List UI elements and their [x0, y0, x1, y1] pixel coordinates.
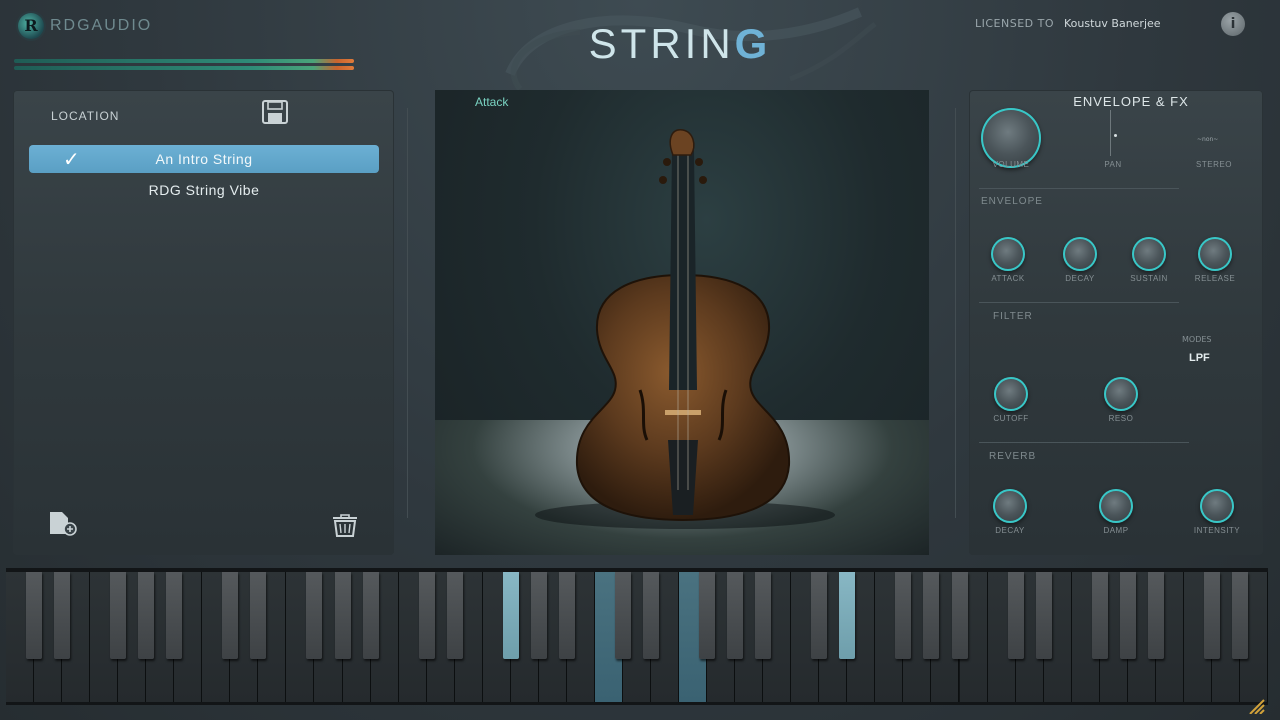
volume-label: VOLUME [992, 160, 1030, 169]
piano-black-key[interactable] [951, 572, 968, 659]
piano-black-key[interactable] [614, 572, 631, 659]
piano-black-key[interactable] [1035, 572, 1052, 659]
checkmark-icon: ✓ [63, 147, 80, 171]
reso-knob[interactable] [1104, 377, 1138, 411]
preset-item[interactable]: RDG String Vibe [29, 176, 379, 204]
piano-black-key[interactable] [334, 572, 351, 659]
reverb-decay-knob[interactable] [993, 489, 1027, 523]
preset-item-selected[interactable]: An Intro String [29, 145, 379, 173]
reverb-section-title: REVERB [989, 451, 1037, 462]
piano-black-key[interactable] [895, 572, 912, 659]
filter-section-title: FILTER [993, 311, 1033, 322]
piano-black-key[interactable] [727, 572, 744, 659]
reverb-decay-label: DECAY [995, 526, 1025, 535]
license-label: LICENSED TO [975, 17, 1055, 30]
envelope-section-title: ENVELOPE [981, 196, 1043, 207]
violin-image [535, 129, 835, 529]
decay-knob[interactable] [1063, 237, 1097, 271]
piano-black-key[interactable] [1119, 572, 1136, 659]
location-label: LOCATION [51, 109, 120, 123]
divider [979, 442, 1189, 443]
release-label: RELEASE [1194, 274, 1236, 283]
piano-black-key[interactable] [1007, 572, 1024, 659]
piano-black-key[interactable] [166, 572, 183, 659]
piano-black-key[interactable] [502, 572, 519, 659]
logo: R RDGAUDIO [18, 13, 152, 39]
envelope-fx-title: ENVELOPE & FX [1073, 94, 1189, 109]
piano-keyboard [6, 568, 1268, 705]
pan-indicator [1114, 134, 1117, 137]
instrument-display: Attack [435, 90, 929, 555]
release-knob[interactable] [1198, 237, 1232, 271]
divider [979, 302, 1179, 303]
piano-black-key[interactable] [839, 572, 856, 659]
piano-black-key[interactable] [250, 572, 267, 659]
info-icon[interactable]: i [1221, 12, 1245, 36]
piano-black-key[interactable] [446, 572, 463, 659]
damp-knob[interactable] [1099, 489, 1133, 523]
sustain-label: SUSTAIN [1130, 274, 1168, 283]
decay-label: DECAY [1065, 274, 1095, 283]
rdgaudio-logo-icon: R [18, 13, 44, 39]
intensity-label: INTENSITY [1193, 526, 1241, 535]
filter-mode-selector[interactable]: LPF [1189, 352, 1210, 364]
stereo-label: STEREO [1196, 160, 1232, 169]
license-name: Koustuv Banerjee [1064, 17, 1161, 30]
piano-black-key[interactable] [222, 572, 239, 659]
attack-label-text: ATTACK [991, 274, 1025, 283]
piano-black-key[interactable] [418, 572, 435, 659]
piano-black-key[interactable] [558, 572, 575, 659]
trash-icon[interactable] [329, 510, 361, 538]
license-info: LICENSED TO Koustuv Banerjee [975, 17, 1161, 30]
piano-black-key[interactable] [1203, 572, 1220, 659]
attack-knob[interactable] [991, 237, 1025, 271]
output-level-meter [14, 57, 354, 72]
reso-label: RESO [1108, 414, 1134, 423]
new-document-icon[interactable] [47, 510, 79, 538]
pan-label: PAN [1104, 160, 1122, 169]
piano-black-key[interactable] [530, 572, 547, 659]
divider-left [407, 108, 408, 518]
piano-black-key[interactable] [923, 572, 940, 659]
piano-black-key[interactable] [699, 572, 716, 659]
divider-right [955, 108, 956, 518]
volume-knob[interactable] [981, 108, 1041, 168]
stereo-value[interactable]: ~non~ [1197, 136, 1218, 143]
piano-black-key[interactable] [755, 572, 772, 659]
modes-label: MODES [1182, 335, 1212, 344]
piano-black-key[interactable] [54, 572, 71, 659]
piano-black-key[interactable] [1147, 572, 1164, 659]
damp-label: DAMP [1103, 526, 1129, 535]
piano-black-key[interactable] [110, 572, 127, 659]
piano-black-key[interactable] [306, 572, 323, 659]
piano-black-key[interactable] [362, 572, 379, 659]
attack-label: Attack [475, 95, 509, 109]
floppy-save-icon[interactable] [260, 99, 290, 125]
preset-browser-panel: LOCATION An Intro String ✓ RDG String Vi… [13, 90, 394, 555]
piano-black-key[interactable] [811, 572, 828, 659]
piano-black-key[interactable] [1231, 572, 1248, 659]
cutoff-knob[interactable] [994, 377, 1028, 411]
envelope-fx-panel: ENVELOPE & FX VOLUME PAN ~non~ STEREO EN… [969, 90, 1263, 555]
cutoff-label: CUTOFF [993, 414, 1029, 423]
piano-black-key[interactable] [138, 572, 155, 659]
brand-name: RDGAUDIO [50, 17, 153, 34]
app-title: STRING [588, 20, 772, 67]
divider [979, 188, 1179, 189]
resize-grip-icon[interactable] [1246, 698, 1266, 714]
intensity-knob[interactable] [1200, 489, 1234, 523]
sustain-knob[interactable] [1132, 237, 1166, 271]
piano-black-key[interactable] [643, 572, 660, 659]
piano-black-key[interactable] [26, 572, 43, 659]
pan-slider[interactable] [1110, 110, 1111, 156]
piano-black-key[interactable] [1091, 572, 1108, 659]
